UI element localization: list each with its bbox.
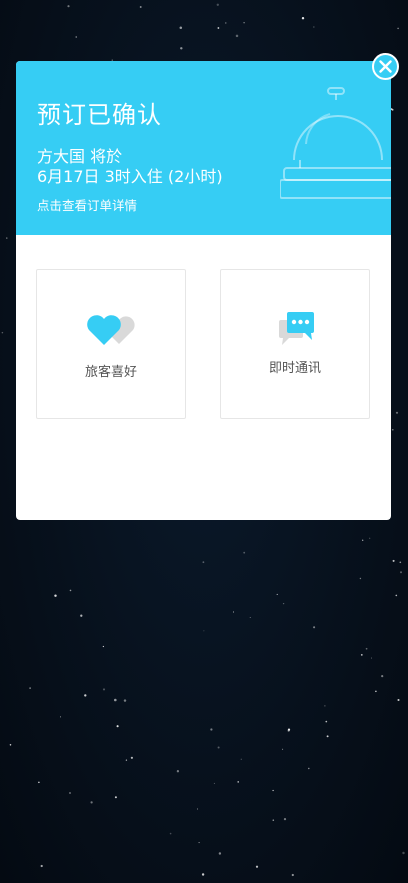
star (125, 759, 128, 761)
star (179, 26, 183, 29)
star (114, 698, 117, 702)
star (324, 705, 326, 707)
star (197, 808, 198, 810)
star (402, 851, 405, 855)
star (287, 728, 291, 731)
instant-messaging-label: 即时通讯 (268, 361, 321, 376)
star (362, 539, 364, 541)
star (218, 852, 222, 855)
star (60, 716, 61, 718)
star (102, 645, 105, 648)
close-icon (379, 60, 392, 73)
chat-bubbles-icon (279, 312, 314, 345)
star (6, 237, 8, 239)
star (80, 614, 83, 617)
star (9, 744, 12, 746)
star (130, 756, 133, 759)
star (40, 864, 43, 868)
star (203, 630, 205, 632)
star (326, 735, 329, 738)
checkin-time-text: 6月17日 3时入住 (2小时) (37, 167, 223, 186)
star (225, 22, 227, 24)
star (359, 577, 362, 580)
star (116, 725, 119, 728)
star (123, 699, 127, 702)
star (397, 698, 400, 702)
booking-confirmation-dialog: 预订已确认 方大国 将於 6月17日 3时入住 (2小时) 点击查看订单详情 旅… (16, 61, 391, 520)
star (370, 657, 372, 659)
traveler-preferences-label: 旅客喜好 (84, 365, 137, 380)
star (369, 537, 371, 539)
star (243, 551, 246, 554)
star (240, 758, 242, 760)
star (360, 654, 363, 656)
star (54, 594, 57, 597)
star (325, 720, 328, 723)
star (114, 796, 117, 799)
star (395, 411, 399, 414)
star (301, 17, 305, 20)
star (67, 5, 70, 8)
star (308, 767, 310, 770)
star (375, 690, 377, 693)
hearts-icon (87, 315, 135, 345)
service-bell-icon (280, 87, 391, 199)
star (202, 561, 205, 564)
close-button[interactable] (372, 53, 399, 80)
star (283, 818, 287, 821)
star (272, 819, 275, 821)
star (249, 617, 251, 619)
confirmation-title: 预订已确认 (37, 101, 162, 129)
star (272, 789, 274, 792)
star (139, 6, 142, 8)
star (216, 3, 219, 6)
star (84, 694, 87, 697)
star (29, 687, 31, 689)
star (69, 589, 72, 592)
star (217, 27, 220, 29)
star (282, 748, 284, 750)
star (395, 594, 398, 597)
star (397, 27, 399, 30)
view-order-details-link[interactable]: 点击查看订单详情 (37, 195, 137, 214)
star (213, 782, 215, 784)
star (75, 36, 77, 38)
star (198, 842, 200, 844)
star (313, 626, 316, 629)
star (176, 770, 180, 773)
star (102, 688, 106, 691)
star (276, 593, 278, 595)
star (313, 26, 315, 28)
star (255, 865, 259, 868)
star (90, 801, 93, 804)
star (400, 571, 402, 574)
star (233, 611, 234, 613)
confirmation-header: 预订已确认 方大国 将於 6月17日 3时入住 (2小时) 点击查看订单详情 (16, 61, 391, 235)
star (217, 746, 220, 749)
star (291, 873, 294, 877)
instant-messaging-card[interactable]: 即时通讯 (220, 269, 370, 419)
star (235, 34, 239, 38)
star (237, 781, 239, 783)
star (1, 331, 4, 334)
star (381, 675, 384, 678)
star (282, 602, 285, 605)
star (180, 47, 183, 50)
star (201, 873, 205, 876)
star (365, 647, 368, 650)
star (392, 559, 395, 562)
star (243, 21, 245, 24)
star (69, 792, 71, 794)
star (210, 728, 213, 731)
star (392, 429, 394, 431)
star (399, 561, 402, 564)
traveler-preferences-card[interactable]: 旅客喜好 (36, 269, 186, 419)
star (38, 781, 40, 784)
star (169, 832, 172, 835)
